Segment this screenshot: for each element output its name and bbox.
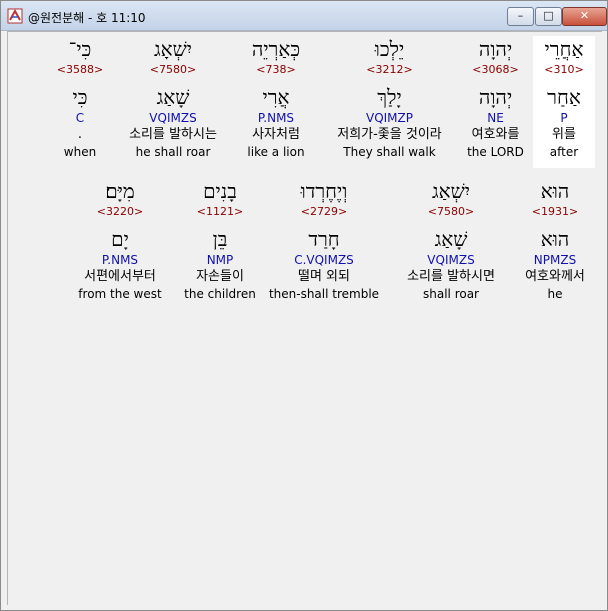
english-gloss: the children xyxy=(184,287,256,301)
lemma-word: אֲרִי xyxy=(262,85,290,109)
parse-code: VQIMZS xyxy=(427,253,475,267)
interlinear-panel: אַחֲרֵי <310> אַחַר P 위를 after יְהוָה <3068> יְה… xyxy=(7,31,602,605)
korean-gloss: 위를 xyxy=(552,127,576,142)
word-column[interactable]: אַחֲרֵי <310> אַחַר P 위를 after xyxy=(533,36,595,168)
parse-code: NMP xyxy=(206,253,234,267)
minimize-button[interactable]: – xyxy=(507,7,534,26)
strong-number: <3212> xyxy=(366,63,413,76)
verse-row: אַחֲרֵי <310> אַחַר P 위를 after יְהוָה <3068> יְה… xyxy=(45,36,595,168)
parse-code: NPMZS xyxy=(533,253,577,267)
hebrew-word: יִשְׁאָג xyxy=(153,37,192,61)
korean-gloss: . xyxy=(77,127,83,142)
lemma-word: שָׁאַג xyxy=(156,85,190,109)
parse-code: C xyxy=(75,111,85,125)
hebrew-word: יִשְׁאַג xyxy=(431,179,470,203)
strong-number: <310> xyxy=(544,63,584,76)
hebrew-word: אַחֲרֵי xyxy=(544,37,584,61)
hebrew-word: יֵלְכוּ xyxy=(374,37,405,61)
word-column[interactable]: יֵלְכוּ <3212> יָלַךְ VQIMZP 저희가-좇을 것이라 They … xyxy=(321,36,458,168)
lemma-word: הוּא xyxy=(540,227,570,251)
lemma-word: חָרַד xyxy=(308,227,340,251)
title-bar[interactable]: @원전분해 - 호 11:10 – □ ✕ xyxy=(1,1,607,31)
english-gloss: shall roar xyxy=(423,287,479,301)
english-gloss: from the west xyxy=(78,287,162,301)
parse-code: P.NMS xyxy=(257,111,295,125)
lemma-word: שָׁאַג xyxy=(434,227,468,251)
english-gloss: They shall walk xyxy=(343,145,436,159)
korean-gloss: 여호와께서 xyxy=(525,269,585,284)
word-column[interactable]: מִיָּם׃ <3220> יָם P.NMS 서편에서부터 from the west xyxy=(61,178,179,302)
korean-gloss: 여호와를 xyxy=(471,127,520,142)
korean-gloss: 자손들이 xyxy=(196,269,244,284)
app-logo-icon xyxy=(7,8,23,24)
strong-number: <7580> xyxy=(149,63,197,76)
english-gloss: then-shall tremble xyxy=(268,287,380,301)
hebrew-word: וְיֶחֶרְדוּ xyxy=(300,179,348,203)
parse-code: NE xyxy=(487,111,504,125)
english-gloss: like a lion xyxy=(247,145,305,159)
lemma-word: בֵּן xyxy=(212,227,228,251)
strong-number: <1931> xyxy=(531,205,579,218)
word-column[interactable]: הוּא <1931> הוּא NPMZS 여호와께서 he xyxy=(515,178,595,302)
word-column[interactable]: יִשְׁאַג <7580> שָׁאַג VQIMZS 소리를 발하시면 shall … xyxy=(387,178,515,302)
english-gloss: the LORD xyxy=(467,145,524,159)
parse-code: P.NMS xyxy=(101,253,139,267)
strong-number: <3588> xyxy=(56,63,104,76)
word-column[interactable]: כְּאַרְיֵה <738> אֲרִי P.NMS 사자처럼 like a lion xyxy=(231,36,321,168)
english-gloss: he xyxy=(547,287,563,301)
hebrew-word: כִּי־ xyxy=(68,37,92,61)
english-gloss: he shall roar xyxy=(135,145,211,159)
word-column[interactable]: יִשְׁאָג <7580> שָׁאַג VQIMZS 소리를 발하시는 he sha… xyxy=(115,36,231,168)
korean-gloss: 사자처럼 xyxy=(252,127,300,142)
strong-number: <3068> xyxy=(472,63,519,76)
hebrew-word: הוּא xyxy=(540,179,570,203)
parse-code: P xyxy=(560,111,568,125)
english-gloss: when xyxy=(63,145,97,159)
lemma-word: יָם xyxy=(111,227,129,251)
strong-number: <2729> xyxy=(300,205,348,218)
strong-number: <3220> xyxy=(96,205,144,218)
window-title: @원전분해 - 호 11:10 xyxy=(28,11,146,25)
verse-row: הוּא <1931> הוּא NPMZS 여호와께서 he יִשְׁאַג <7580>… xyxy=(61,178,595,302)
korean-gloss: 소리를 발하시는 xyxy=(129,127,217,142)
hebrew-word: מִיָּם׃ xyxy=(105,179,135,203)
maximize-button[interactable]: □ xyxy=(535,7,562,26)
close-button[interactable]: ✕ xyxy=(562,7,607,26)
word-column[interactable]: כִּי־ <3588> כִּי C. when xyxy=(45,36,115,168)
strong-number: <7580> xyxy=(427,205,475,218)
korean-gloss: 소리를 발하시면 xyxy=(407,269,495,284)
hebrew-word: בָנִים xyxy=(203,179,237,203)
korean-gloss: 떨며 외되 xyxy=(298,269,350,284)
parse-code: VQIMZP xyxy=(365,111,413,125)
lemma-word: אַחַר xyxy=(547,85,581,109)
strong-number: <738> xyxy=(256,63,296,76)
lemma-word: יָלַךְ xyxy=(377,85,402,109)
word-column[interactable]: בָנִים <1121> בֵּן NMP 자손들이 the children xyxy=(179,178,261,302)
lemma-word: יְהוָה xyxy=(478,85,513,109)
word-column[interactable]: יְהוָה <3068> יְהוָה NE 여호와를 the LORD xyxy=(458,36,533,168)
parse-code: VQIMZS xyxy=(149,111,197,125)
app-window: @원전분해 - 호 11:10 – □ ✕ אַחֲרֵי <310> אַחַר P… xyxy=(0,0,608,611)
korean-gloss: 서편에서부터 xyxy=(84,269,156,284)
lemma-word: כִּי xyxy=(72,85,88,109)
hebrew-word: יְהוָה xyxy=(478,37,513,61)
parse-code: C.VQIMZS xyxy=(294,253,354,267)
korean-gloss: 저희가-좇을 것이라 xyxy=(337,127,442,142)
english-gloss: after xyxy=(549,145,579,159)
strong-number: <1121> xyxy=(196,205,244,218)
word-column[interactable]: וְיֶחֶרְדוּ <2729> חָרַד C.VQIMZS 떨며 외되 then-… xyxy=(261,178,387,302)
hebrew-word: כְּאַרְיֵה xyxy=(251,37,301,61)
